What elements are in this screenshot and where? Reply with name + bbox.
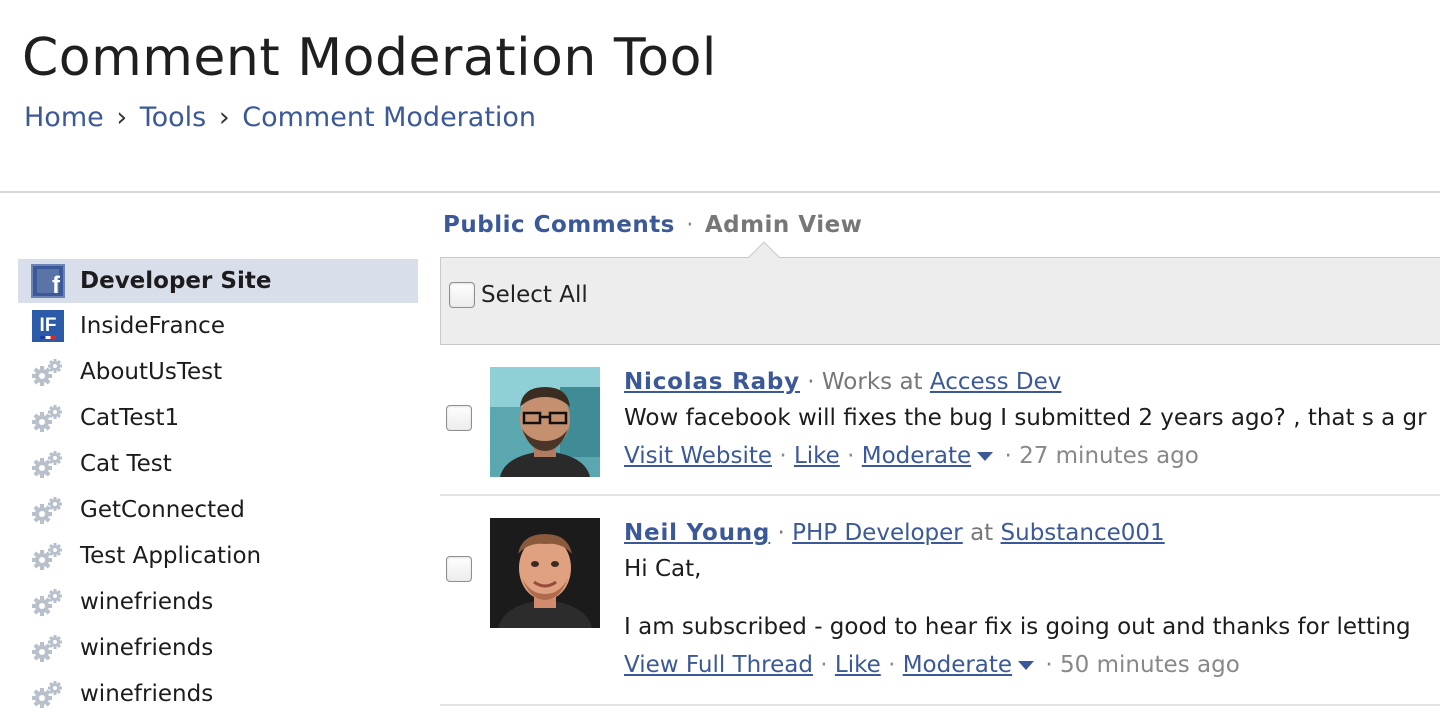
visit-website-link[interactable]: Visit Website xyxy=(624,443,772,469)
sidebar-item-label: Test Application xyxy=(80,543,262,569)
comment-actions: Visit Website · Like · Moderate · 27 min… xyxy=(624,443,1427,469)
author-link[interactable]: Neil Young xyxy=(624,520,770,546)
gears-icon xyxy=(30,584,66,620)
gears-icon xyxy=(30,538,66,574)
select-all-label: Select All xyxy=(481,282,588,308)
sidebar-item-label: InsideFrance xyxy=(80,313,225,339)
app-sidebar: f Developer Site IF InsideFrance AboutUs… xyxy=(18,259,418,717)
moderate-label: Moderate xyxy=(902,652,1013,678)
moderate-dropdown[interactable]: Moderate xyxy=(862,443,997,469)
author-link[interactable]: Nicolas Raby xyxy=(624,369,800,395)
sidebar-item-getconnected[interactable]: GetConnected xyxy=(18,487,418,533)
comment-timestamp: 50 minutes ago xyxy=(1060,652,1240,678)
comment-text-line: I am subscribed - good to hear fix is go… xyxy=(624,614,1411,640)
moderate-label: Moderate xyxy=(861,443,972,469)
tab-public-comments[interactable]: Public Comments xyxy=(443,212,675,238)
avatar[interactable] xyxy=(490,367,600,477)
action-separator: · xyxy=(847,443,862,469)
sidebar-item-label: GetConnected xyxy=(80,497,245,523)
avatar[interactable] xyxy=(490,518,600,628)
company-link[interactable]: Substance001 xyxy=(1001,520,1165,546)
comment-checkbox[interactable] xyxy=(446,405,472,431)
sidebar-item-label: winefriends xyxy=(80,635,214,661)
gears-icon xyxy=(30,446,66,482)
comment-meta: Neil Young · PHP Developer at Substance0… xyxy=(624,520,1411,546)
sidebar-item-developer-site[interactable]: f Developer Site xyxy=(18,259,418,303)
sidebar-item-insidefrance[interactable]: IF InsideFrance xyxy=(18,303,418,349)
tab-separator: · xyxy=(686,212,694,238)
gears-icon xyxy=(30,676,66,712)
comment-body: Nicolas Raby · Works at Access Dev Wow f… xyxy=(624,369,1427,469)
sidebar-item-label: AboutUsTest xyxy=(80,359,223,385)
sidebar-item-label: winefriends xyxy=(80,681,214,707)
gears-icon xyxy=(30,400,66,436)
sidebar-item-label: CatTest1 xyxy=(80,405,180,431)
tab-admin-view[interactable]: Admin View xyxy=(705,212,863,238)
sidebar-item-test-application[interactable]: Test Application xyxy=(18,533,418,579)
role-link[interactable]: PHP Developer xyxy=(792,520,963,546)
meta-separator: · xyxy=(799,369,822,395)
breadcrumb-home[interactable]: Home xyxy=(24,102,104,133)
sidebar-item-label: winefriends xyxy=(80,589,214,615)
comment-timestamp: 27 minutes ago xyxy=(1019,443,1199,469)
comment-item: Nicolas Raby · Works at Access Dev Wow f… xyxy=(440,345,1440,496)
breadcrumb-separator: › xyxy=(218,102,230,133)
comment-actions: View Full Thread · Like · Moderate · 50 … xyxy=(624,652,1411,678)
breadcrumb-tools[interactable]: Tools xyxy=(140,102,207,133)
action-separator: · xyxy=(888,652,903,678)
like-link[interactable]: Like xyxy=(835,652,881,678)
comment-meta: Nicolas Raby · Works at Access Dev xyxy=(624,369,1427,395)
comment-checkbox[interactable] xyxy=(446,556,472,582)
view-full-thread-link[interactable]: View Full Thread xyxy=(624,652,813,678)
insidefrance-icon: IF xyxy=(30,308,66,344)
breadcrumb-comment-moderation[interactable]: Comment Moderation xyxy=(242,102,536,133)
header-divider xyxy=(0,191,1440,193)
moderate-dropdown[interactable]: Moderate xyxy=(903,652,1038,678)
sidebar-item-winefriends[interactable]: winefriends xyxy=(18,671,418,717)
view-tabs: Public Comments · Admin View xyxy=(443,212,862,238)
select-all-bar: Select All xyxy=(440,241,1440,345)
sidebar-item-cat-test[interactable]: Cat Test xyxy=(18,441,418,487)
chevron-down-icon xyxy=(977,452,994,461)
meta-separator: · xyxy=(770,520,793,546)
action-separator: · xyxy=(1045,652,1061,678)
gears-icon xyxy=(30,354,66,390)
comment-body: Neil Young · PHP Developer at Substance0… xyxy=(624,520,1411,678)
sidebar-item-label: Developer Site xyxy=(80,268,272,294)
action-separator: · xyxy=(1004,443,1020,469)
comment-text: Wow facebook will fixes the bug I submit… xyxy=(624,405,1427,431)
page-title: Comment Moderation Tool xyxy=(22,28,717,88)
sidebar-item-winefriends[interactable]: winefriends xyxy=(18,579,418,625)
action-separator: · xyxy=(779,443,794,469)
sidebar-item-cattest1[interactable]: CatTest1 xyxy=(18,395,418,441)
role-at: at xyxy=(970,520,994,546)
action-separator: · xyxy=(820,652,835,678)
sidebar-item-winefriends[interactable]: winefriends xyxy=(18,625,418,671)
select-all-control[interactable]: Select All xyxy=(449,282,588,308)
select-all-checkbox[interactable] xyxy=(449,282,475,308)
like-link[interactable]: Like xyxy=(794,443,840,469)
sidebar-item-label: Cat Test xyxy=(80,451,172,477)
gears-icon xyxy=(30,630,66,666)
sidebar-item-aboutustest[interactable]: AboutUsTest xyxy=(18,349,418,395)
comment-text-line: Hi Cat, xyxy=(624,556,702,582)
breadcrumb-separator: › xyxy=(116,102,128,133)
breadcrumb: Home › Tools › Comment Moderation xyxy=(24,102,536,133)
tab-pointer xyxy=(748,241,780,273)
comment-item: Neil Young · PHP Developer at Substance0… xyxy=(440,496,1440,706)
chevron-down-icon xyxy=(1018,661,1035,670)
facebook-icon: f xyxy=(30,263,66,299)
company-link[interactable]: Access Dev xyxy=(930,369,1062,395)
author-role-prefix: Works at xyxy=(821,369,923,395)
gears-icon xyxy=(30,492,66,528)
